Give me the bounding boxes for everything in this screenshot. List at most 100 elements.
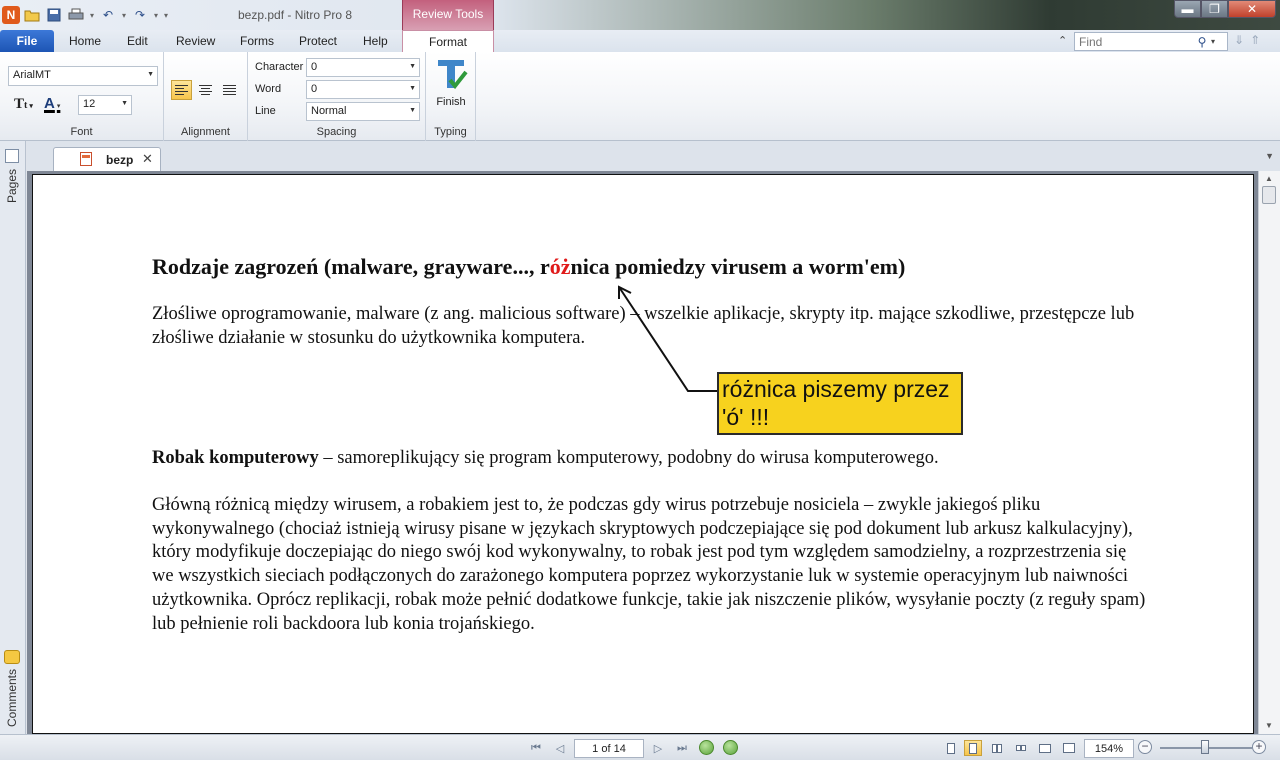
title-bar: N ▾ ↶ ▾ ↷ ▾ ▾ bezp.pdf - Nitro Pro 8 Rev… (0, 0, 1280, 31)
spacing-group-label: Spacing (316, 126, 357, 138)
zoom-out-icon[interactable]: − (1138, 740, 1152, 754)
find-input[interactable] (1075, 34, 1193, 49)
tab-help[interactable]: Help (363, 34, 388, 48)
open-folder-icon[interactable] (22, 5, 42, 25)
pages-icon[interactable] (5, 149, 19, 163)
paragraph-malware: Złośliwe oprogramowanie, malware (z ang.… (152, 304, 1135, 348)
line-spacing-combo[interactable]: Normal ▼ (306, 102, 420, 121)
word-spacing-label: Word (255, 83, 282, 95)
pdf-file-icon (80, 152, 92, 166)
line-spacing-value: Normal (311, 105, 347, 117)
font-size-combo[interactable]: 12 ▼ (78, 95, 132, 115)
align-justify-button[interactable] (219, 80, 240, 100)
find-navigation: ⇓ ⇑ (1234, 33, 1260, 47)
find-options-caret-icon[interactable]: ▾ (1211, 37, 1215, 46)
redo-options-caret-icon[interactable]: ▾ (152, 5, 160, 25)
ribbon-tabs: File Home Edit Review Forms Protect Help… (0, 30, 1280, 53)
pdf-page: Rodzaje zagrozeń (malware, grayware..., … (32, 174, 1254, 734)
zoom-level-field[interactable]: 154% (1084, 739, 1134, 758)
vertical-scrollbar[interactable]: ▲ ▼ (1258, 171, 1280, 734)
character-spacing-label: Character (255, 61, 304, 73)
zoom-in-icon[interactable]: + (1252, 740, 1266, 754)
tab-protect[interactable]: Protect (299, 34, 337, 48)
ribbon: ArialMT ▼ Tt ▾ A ▾ 12 ▼ Font Alignment Cha… (0, 52, 1280, 141)
align-center-button[interactable] (195, 80, 216, 100)
continuous-facing-view-icon[interactable] (1012, 740, 1030, 756)
chevron-down-icon: ▼ (409, 63, 416, 70)
next-page-icon[interactable]: ▷ (650, 740, 666, 756)
font-group-label: Font (70, 126, 93, 138)
single-page-view-icon[interactable] (942, 740, 960, 756)
font-size-value: 12 (83, 98, 96, 110)
customize-icon[interactable]: ▾ (162, 5, 170, 25)
font-name-combo[interactable]: ArialMT ▼ (8, 66, 158, 86)
close-tab-icon[interactable]: ✕ (142, 151, 153, 167)
document-heading: Rodzaje zagrozeń (malware, grayware..., … (152, 254, 905, 280)
align-left-button[interactable] (171, 80, 192, 100)
pages-panel-tab[interactable]: Pages (5, 169, 19, 203)
find-next-icon[interactable]: ⇓ (1234, 33, 1244, 47)
tab-review[interactable]: Review (176, 34, 215, 48)
typing-group: Finish Typing (426, 52, 476, 141)
scroll-thumb[interactable] (1262, 186, 1276, 204)
finish-label: Finish (436, 96, 466, 108)
print-icon[interactable] (66, 5, 86, 25)
fit-width-icon[interactable] (1036, 740, 1054, 756)
document-tab-strip: bezp ✕ ▼ (27, 141, 1280, 171)
text-size-icon[interactable]: Tt ▾ (14, 96, 33, 113)
zoom-slider-thumb[interactable] (1201, 740, 1209, 754)
app-logo-icon[interactable]: N (2, 6, 20, 24)
scroll-down-icon[interactable]: ▼ (1265, 721, 1273, 730)
callout-annotation[interactable]: różnica piszemy przez 'ó' !!! (717, 372, 963, 435)
align-center-icon (199, 85, 212, 95)
find-previous-icon[interactable]: ⇑ (1250, 33, 1260, 47)
fit-page-icon[interactable] (1060, 740, 1078, 756)
heading-highlighted-letters: óż (549, 254, 571, 279)
previous-page-icon[interactable]: ◁ (552, 740, 568, 756)
chevron-down-icon: ▼ (409, 107, 416, 114)
window-controls: ▬ ❐ ✕ (1174, 0, 1276, 18)
undo-icon[interactable]: ↶ (98, 5, 118, 25)
first-page-icon[interactable]: ⏮ (528, 740, 544, 756)
last-page-icon[interactable]: ⏭ (674, 740, 690, 756)
tab-format[interactable]: Format (402, 30, 494, 53)
print-options-caret-icon[interactable]: ▾ (88, 5, 96, 25)
close-button[interactable]: ✕ (1228, 0, 1276, 18)
tab-home[interactable]: Home (69, 34, 101, 48)
comments-panel-tab[interactable]: Comments (5, 669, 19, 727)
collapse-ribbon-icon[interactable]: ⌃ (1058, 34, 1067, 47)
continuous-view-icon[interactable] (964, 740, 982, 756)
word-spacing-value: 0 (311, 83, 318, 95)
line-spacing-label: Line (255, 105, 276, 117)
minimize-button[interactable]: ▬ (1174, 0, 1201, 18)
facing-view-icon[interactable] (988, 740, 1006, 756)
status-bar: ⏮ ◁ 1 of 14 ▷ ⏭ 154% − + (0, 734, 1280, 760)
paragraph-difference: Główną różnicą między wirusem, a robakie… (152, 495, 1146, 634)
word-spacing-combo[interactable]: 0 ▼ (306, 80, 420, 99)
tab-forms[interactable]: Forms (240, 34, 274, 48)
tab-file[interactable]: File (0, 30, 54, 52)
redo-icon[interactable]: ↷ (130, 5, 150, 25)
find-box: ⚲ ▾ (1074, 32, 1228, 51)
character-spacing-combo[interactable]: 0 ▼ (306, 58, 420, 77)
finish-button[interactable]: Finish (428, 54, 474, 114)
back-view-icon[interactable] (699, 740, 714, 755)
save-icon[interactable] (44, 5, 64, 25)
font-group: ArialMT ▼ Tt ▾ A ▾ 12 ▼ Font (0, 52, 164, 141)
undo-options-caret-icon[interactable]: ▾ (120, 5, 128, 25)
tab-list-caret-icon[interactable]: ▼ (1265, 151, 1274, 161)
tab-edit[interactable]: Edit (127, 34, 148, 48)
search-icon[interactable]: ⚲ (1193, 35, 1211, 49)
forward-view-icon[interactable] (723, 740, 738, 755)
document-tab[interactable]: bezp ✕ (53, 147, 161, 171)
left-panel-strip: Pages Comments (0, 141, 26, 734)
page-number-field[interactable]: 1 of 14 (574, 739, 644, 758)
font-name-value: ArialMT (13, 69, 51, 81)
comments-icon[interactable] (4, 650, 20, 664)
font-color-icon[interactable]: A ▾ (44, 95, 66, 112)
finish-typing-icon (438, 60, 468, 90)
maximize-button[interactable]: ❐ (1201, 0, 1228, 18)
scroll-up-icon[interactable]: ▲ (1265, 174, 1273, 183)
typing-group-label: Typing (434, 126, 467, 138)
alignment-group-label: Alignment (181, 126, 230, 138)
